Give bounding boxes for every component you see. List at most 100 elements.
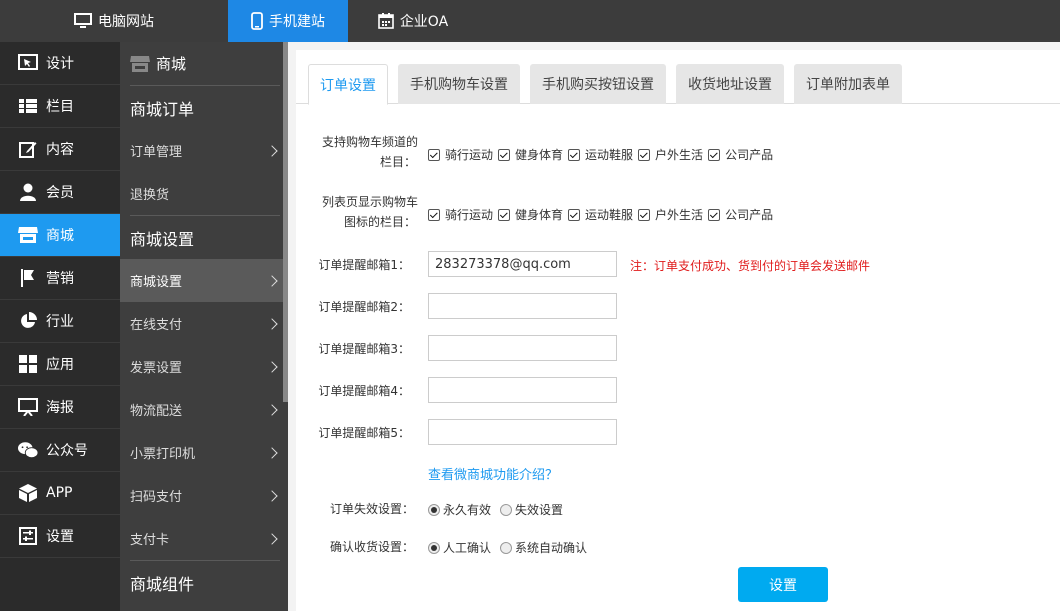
email-label-4: 订单提醒邮箱4： bbox=[318, 384, 410, 398]
radio-option-auto[interactable]: 系统自动确认 bbox=[500, 539, 587, 556]
nav-item-content[interactable]: 内容 bbox=[0, 128, 120, 171]
checkbox[interactable] bbox=[428, 208, 440, 221]
nav-item-marketing[interactable]: 营销 bbox=[0, 257, 120, 300]
checkbox-option[interactable]: 公司产品 bbox=[708, 146, 773, 163]
sidebar-item-receipt-printer[interactable]: 小票打印机 bbox=[120, 431, 288, 474]
store-icon bbox=[130, 55, 150, 72]
checkbox-label: 健身体育 bbox=[515, 148, 564, 162]
radio-label: 失效设置 bbox=[515, 503, 564, 517]
tab-mobile-buy-button-settings[interactable]: 手机购买按钮设置 bbox=[530, 64, 666, 104]
sliders-icon bbox=[18, 526, 38, 546]
radio[interactable] bbox=[428, 503, 440, 516]
checkbox-option[interactable]: 骑行运动 bbox=[428, 146, 493, 163]
checkbox-option[interactable]: 公司产品 bbox=[708, 206, 773, 223]
tab-order-settings[interactable]: 订单设置 bbox=[308, 64, 388, 105]
nav-item-label: 行业 bbox=[46, 314, 74, 330]
checkbox-label: 户外生活 bbox=[655, 208, 704, 222]
checkbox[interactable] bbox=[708, 208, 721, 221]
checkbox-option[interactable]: 骑行运动 bbox=[428, 206, 493, 223]
save-button[interactable]: 设置 bbox=[738, 567, 828, 602]
nav-item-posters[interactable]: 海报 bbox=[0, 386, 120, 429]
email-field-1[interactable] bbox=[428, 251, 617, 277]
sidebar-scrollbar[interactable] bbox=[283, 42, 288, 402]
radio-option-manual[interactable]: 人工确认 bbox=[428, 539, 491, 556]
checkbox-option[interactable]: 户外生活 bbox=[638, 206, 703, 223]
checkbox-option[interactable]: 健身体育 bbox=[498, 206, 563, 223]
sidebar-item-payment-card[interactable]: 支付卡 bbox=[120, 517, 288, 560]
sidebar-item-scan-payment[interactable]: 扫码支付 bbox=[120, 474, 288, 517]
chevron-right-icon bbox=[266, 360, 278, 373]
sidebar-item-store-settings[interactable]: 商城设置 bbox=[120, 259, 288, 302]
sidebar-item-online-payment[interactable]: 在线支付 bbox=[120, 302, 288, 345]
checkbox[interactable] bbox=[568, 208, 581, 221]
nav-item-settings[interactable]: 设置 bbox=[0, 515, 120, 558]
nav-item-label: APP bbox=[46, 485, 73, 501]
section-title-components: 商城组件 bbox=[130, 574, 195, 594]
radio-option-expiry[interactable]: 失效设置 bbox=[500, 501, 563, 518]
nav-item-app[interactable]: APP bbox=[0, 472, 120, 515]
checkbox-option[interactable]: 运动鞋服 bbox=[568, 206, 633, 223]
checkbox-label: 公司产品 bbox=[725, 208, 774, 222]
top-tab-mobile-site[interactable]: 手机建站 bbox=[228, 0, 348, 42]
store-intro-link[interactable]: 查看微商城功能介绍？ bbox=[428, 464, 558, 483]
checkbox[interactable] bbox=[498, 148, 511, 161]
nav-item-label: 内容 bbox=[46, 142, 74, 158]
nav-item-label: 会员 bbox=[46, 185, 74, 201]
sidebar-item-logistics[interactable]: 物流配送 bbox=[120, 388, 288, 431]
nav-item-official-account[interactable]: 公众号 bbox=[0, 429, 120, 472]
tab-mobile-cart-settings[interactable]: 手机购物车设置 bbox=[398, 64, 520, 104]
radio[interactable] bbox=[500, 541, 513, 554]
nav-item-label: 商城 bbox=[46, 228, 74, 244]
sidebar-item-label: 商城设置 bbox=[130, 275, 183, 290]
chevron-right-icon bbox=[266, 446, 278, 459]
label-line: 栏目： bbox=[379, 155, 416, 169]
email-field-3[interactable] bbox=[428, 335, 617, 361]
sidebar-item-label: 在线支付 bbox=[130, 318, 183, 333]
email-field-4[interactable] bbox=[428, 377, 617, 403]
checkbox-option[interactable]: 户外生活 bbox=[638, 146, 703, 163]
radio-option-permanent[interactable]: 永久有效 bbox=[428, 501, 491, 518]
radio[interactable] bbox=[500, 503, 513, 516]
nav-item-columns[interactable]: 栏目 bbox=[0, 85, 120, 128]
top-tab-enterprise-oa[interactable]: 企业OA bbox=[348, 0, 478, 42]
nav-item-store[interactable]: 商城 bbox=[0, 214, 120, 257]
checkbox[interactable] bbox=[498, 208, 511, 221]
checkbox[interactable] bbox=[638, 148, 651, 161]
primary-sidebar: 设计 栏目 内容 会员 商城 营销 行业 应用 海报 公众号 APP 设置 bbox=[0, 42, 120, 611]
nav-item-industry[interactable]: 行业 bbox=[0, 300, 120, 343]
email-label-1: 订单提醒邮箱1： bbox=[318, 258, 410, 272]
user-icon bbox=[18, 182, 38, 202]
monitor-icon bbox=[74, 13, 92, 28]
checkbox-option[interactable]: 运动鞋服 bbox=[568, 146, 633, 163]
nav-item-label: 设计 bbox=[46, 56, 74, 72]
checkbox[interactable] bbox=[428, 148, 440, 161]
nav-item-members[interactable]: 会员 bbox=[0, 171, 120, 214]
sidebar-item-order-management[interactable]: 订单管理 bbox=[120, 129, 288, 172]
nav-item-apps[interactable]: 应用 bbox=[0, 343, 120, 386]
checkbox-option[interactable]: 健身体育 bbox=[498, 146, 563, 163]
top-tab-desktop-site[interactable]: 电脑网站 bbox=[0, 0, 228, 42]
top-bar: 电脑网站 手机建站 企业OA bbox=[0, 0, 1060, 42]
radio[interactable] bbox=[428, 541, 440, 554]
tab-address-settings[interactable]: 收货地址设置 bbox=[676, 64, 784, 104]
tab-bar: 订单设置 手机购物车设置 手机购买按钮设置 收货地址设置 订单附加表单 bbox=[296, 62, 1060, 105]
nav-item-label: 设置 bbox=[46, 529, 74, 545]
edit-icon bbox=[18, 139, 38, 159]
secondary-sidebar-header: 商城 bbox=[120, 42, 288, 85]
sidebar-item-label: 物流配送 bbox=[130, 404, 183, 419]
sidebar-item-invoice-settings[interactable]: 发票设置 bbox=[120, 345, 288, 388]
nav-item-label: 公众号 bbox=[46, 443, 88, 459]
radio-label: 系统自动确认 bbox=[515, 541, 588, 555]
email-field-2[interactable] bbox=[428, 293, 617, 319]
checkbox[interactable] bbox=[638, 208, 651, 221]
sidebar-item-returns[interactable]: 退换货 bbox=[120, 172, 288, 215]
nav-item-design[interactable]: 设计 bbox=[0, 42, 120, 85]
checkbox[interactable] bbox=[568, 148, 581, 161]
email-label-2: 订单提醒邮箱2： bbox=[318, 300, 410, 314]
checkbox[interactable] bbox=[708, 148, 721, 161]
email-field-5[interactable] bbox=[428, 419, 617, 445]
chevron-right-icon bbox=[266, 403, 278, 416]
wechat-icon bbox=[18, 440, 38, 460]
sidebar-item-label: 订单管理 bbox=[130, 145, 183, 160]
tab-order-extra-form[interactable]: 订单附加表单 bbox=[794, 64, 902, 104]
